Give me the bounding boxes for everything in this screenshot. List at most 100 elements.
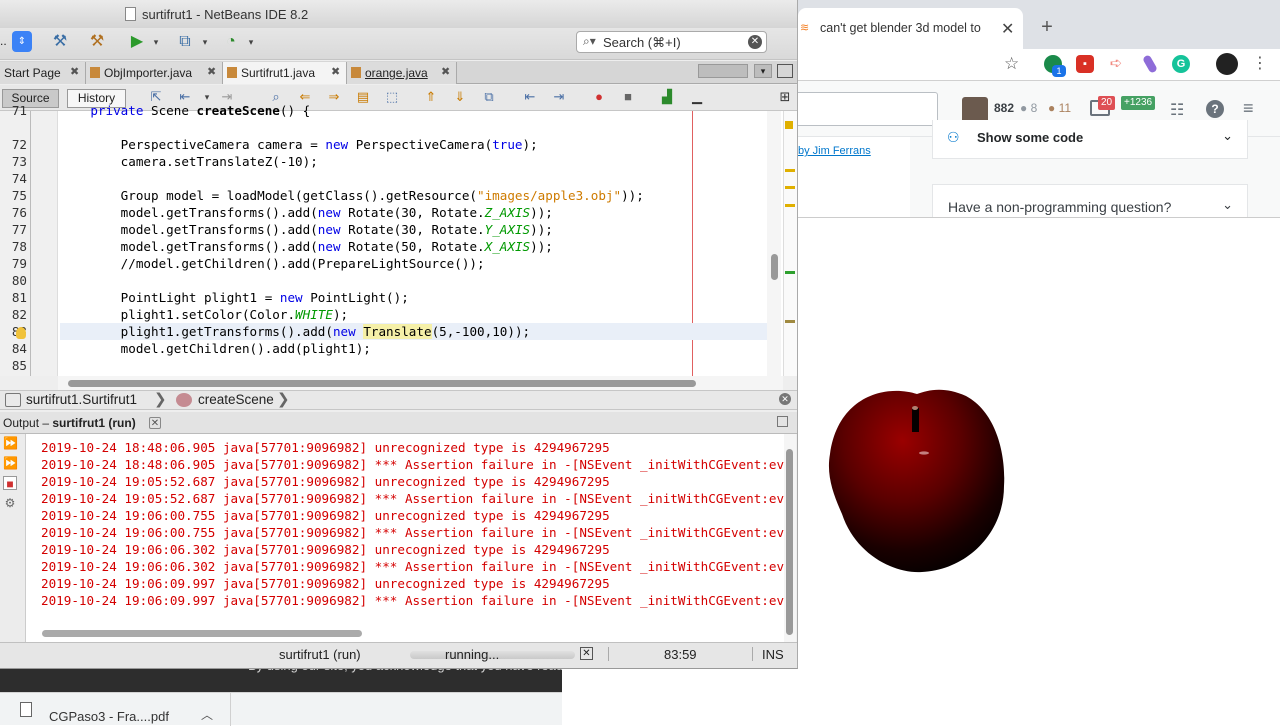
- code-text: model.getTransforms().add(new Rotate(30,…: [60, 205, 553, 220]
- close-tab-icon[interactable]: ✕: [1001, 19, 1014, 39]
- tab-surtifrut1[interactable]: Surtifrut1.java ✖: [223, 62, 347, 84]
- code-text: plight1.getTransforms().add(new Translat…: [60, 324, 531, 339]
- achievements-badge[interactable]: +1236: [1121, 96, 1156, 110]
- clear-search-icon[interactable]: ✕: [748, 35, 762, 49]
- tab-objimporter[interactable]: ObjImporter.java ✖: [86, 62, 223, 84]
- grammarly-icon[interactable]: G: [1172, 55, 1190, 73]
- code-text: private Scene createScene() {: [60, 103, 311, 118]
- so-search-input[interactable]: [792, 92, 938, 126]
- chevron-updown-icon: ⇕: [12, 31, 32, 52]
- non-programming-label: Have a non-programming question?: [948, 199, 1172, 215]
- maximize-icon[interactable]: [777, 64, 793, 78]
- code-text: model.getTransforms().add(new Rotate(50,…: [60, 239, 553, 254]
- download-item[interactable]: CGPaso3 - Fra....pdf: [49, 709, 169, 724]
- tab-label: orange.java: [365, 66, 428, 80]
- close-icon[interactable]: ✖: [70, 67, 81, 78]
- editor-vertical-scrollbar[interactable]: [767, 111, 781, 376]
- output-title: surtifrut1 (run): [52, 416, 136, 430]
- line-number: 76: [11, 205, 27, 220]
- configuration-combo[interactable]: .. ⇕: [0, 31, 33, 53]
- browser-toolbar: [798, 49, 1280, 81]
- code-text: camera.setTranslateZ(-10);: [60, 154, 318, 169]
- output-lines[interactable]: 2019-10-24 18:48:06.905 java[57701:90969…: [26, 439, 784, 619]
- output-line: 2019-10-24 19:06:06.302 java[57701:90969…: [41, 542, 610, 557]
- code-line: 71 private Scene createScene() {: [0, 102, 770, 119]
- share-icon[interactable]: ➪: [1107, 55, 1125, 73]
- browser-menu-icon[interactable]: ⋮: [1252, 53, 1268, 73]
- breadcrumb-class[interactable]: surtifrut1.Surtifrut1: [26, 392, 137, 407]
- silver-badges: ● 8: [1020, 101, 1038, 115]
- warning-marker[interactable]: [785, 186, 795, 189]
- code-text: //model.getChildren().add(PrepareLightSo…: [60, 256, 485, 271]
- close-icon[interactable]: ✕: [779, 393, 791, 405]
- lightbulb-hint-icon[interactable]: [16, 327, 26, 339]
- build-hammer-icon[interactable]: ⚒: [47, 31, 73, 53]
- show-code-card[interactable]: ⚇ Show some code ⌄: [932, 120, 1248, 159]
- help-icon[interactable]: ?: [1206, 100, 1224, 118]
- chevron-down-icon[interactable]: ▾: [192, 31, 218, 53]
- cancel-process-icon[interactable]: ✕: [580, 647, 593, 660]
- tab-start-page[interactable]: Start Page ✖: [0, 62, 86, 84]
- apple-3d-model: [828, 389, 1005, 573]
- output-line: 2019-10-24 19:06:00.755 java[57701:90969…: [41, 508, 610, 523]
- chevron-right-icon: ❯: [154, 391, 167, 408]
- editor-horizontal-scrollbar[interactable]: [58, 376, 783, 390]
- window-title: surtifrut1 - NetBeans IDE 8.2: [142, 7, 309, 22]
- warning-marker[interactable]: [785, 204, 795, 207]
- code-text: model.getTransforms().add(new Rotate(30,…: [60, 222, 553, 237]
- chevron-down-icon[interactable]: ▾: [238, 31, 264, 53]
- output-vertical-scrollbar[interactable]: [784, 434, 796, 642]
- code-line: 77 model.getTransforms().add(new Rotate(…: [0, 221, 770, 238]
- code-line: 85: [0, 357, 770, 374]
- new-tab-button[interactable]: +: [1037, 16, 1057, 39]
- settings-icon[interactable]: ⚙: [3, 496, 17, 510]
- code-line: 72 PerspectiveCamera camera = new Perspe…: [0, 136, 770, 153]
- rerun-changed-icon[interactable]: ⏩: [3, 456, 18, 470]
- browser-tab[interactable]: ≋ can't get blender 3d model to ✕: [798, 8, 1023, 49]
- close-icon[interactable]: ✕: [149, 417, 161, 429]
- user-link[interactable]: by Jim Ferrans: [798, 145, 871, 157]
- configuration-value: ..: [0, 34, 7, 48]
- code-line: 78 model.getTransforms().add(new Rotate(…: [0, 238, 770, 255]
- chevron-up-icon[interactable]: ︿: [201, 706, 213, 723]
- change-marker[interactable]: [785, 271, 795, 274]
- bookmark-star-icon[interactable]: ☆: [1004, 54, 1019, 74]
- review-queue-icon[interactable]: ☷: [1170, 100, 1184, 120]
- close-icon[interactable]: ✖: [441, 67, 452, 78]
- output-tab[interactable]: Output – surtifrut1 (run): [3, 416, 136, 430]
- tab-scroll-buttons[interactable]: [698, 64, 748, 78]
- rerun-icon[interactable]: ⏩: [3, 436, 18, 450]
- output-horizontal-scrollbar[interactable]: [26, 626, 784, 642]
- site-switcher-icon[interactable]: ≡: [1243, 98, 1254, 119]
- progress-label: running...: [445, 647, 500, 662]
- output-line: 2019-10-24 18:48:06.905 java[57701:90969…: [41, 457, 784, 472]
- status-divider: [752, 647, 753, 661]
- running-process[interactable]: surtifrut1 (run): [279, 647, 361, 662]
- clean-build-icon[interactable]: ⚒: [84, 31, 110, 53]
- pocket-icon[interactable]: ▪: [1076, 55, 1094, 73]
- profile-avatar[interactable]: [1216, 53, 1238, 75]
- code-text: PointLight plight1 = new PointLight();: [60, 290, 409, 305]
- line-number: 72: [11, 137, 27, 152]
- browser-tab-title: can't get blender 3d model to: [820, 21, 981, 35]
- chevron-down-icon[interactable]: ▾: [143, 31, 169, 53]
- output-line: 2019-10-24 19:06:06.302 java[57701:90969…: [41, 559, 784, 574]
- page-background: [562, 660, 798, 725]
- java-file-icon: [227, 67, 237, 78]
- error-stripe[interactable]: [783, 111, 797, 376]
- line-number: 82: [11, 307, 27, 322]
- breadcrumb-method[interactable]: createScene: [198, 392, 274, 407]
- minimize-icon[interactable]: [777, 416, 788, 427]
- close-icon[interactable]: ✖: [331, 67, 342, 78]
- stop-icon[interactable]: ■: [3, 476, 17, 491]
- tab-orange[interactable]: orange.java ✖: [347, 62, 457, 84]
- caret-marker: [785, 320, 795, 323]
- close-icon[interactable]: ✖: [207, 67, 218, 78]
- warning-marker[interactable]: [785, 169, 795, 172]
- warning-marker[interactable]: [785, 121, 793, 129]
- tab-label: Surtifrut1.java: [241, 66, 316, 80]
- search-input[interactable]: ⌕▾ Search (⌘+I) ✕: [576, 31, 767, 53]
- chevron-down-icon[interactable]: ▾: [754, 64, 772, 78]
- code-lines[interactable]: 71 private Scene createScene() { 72 Pers…: [0, 102, 783, 376]
- code-icon: ⚇: [947, 129, 960, 145]
